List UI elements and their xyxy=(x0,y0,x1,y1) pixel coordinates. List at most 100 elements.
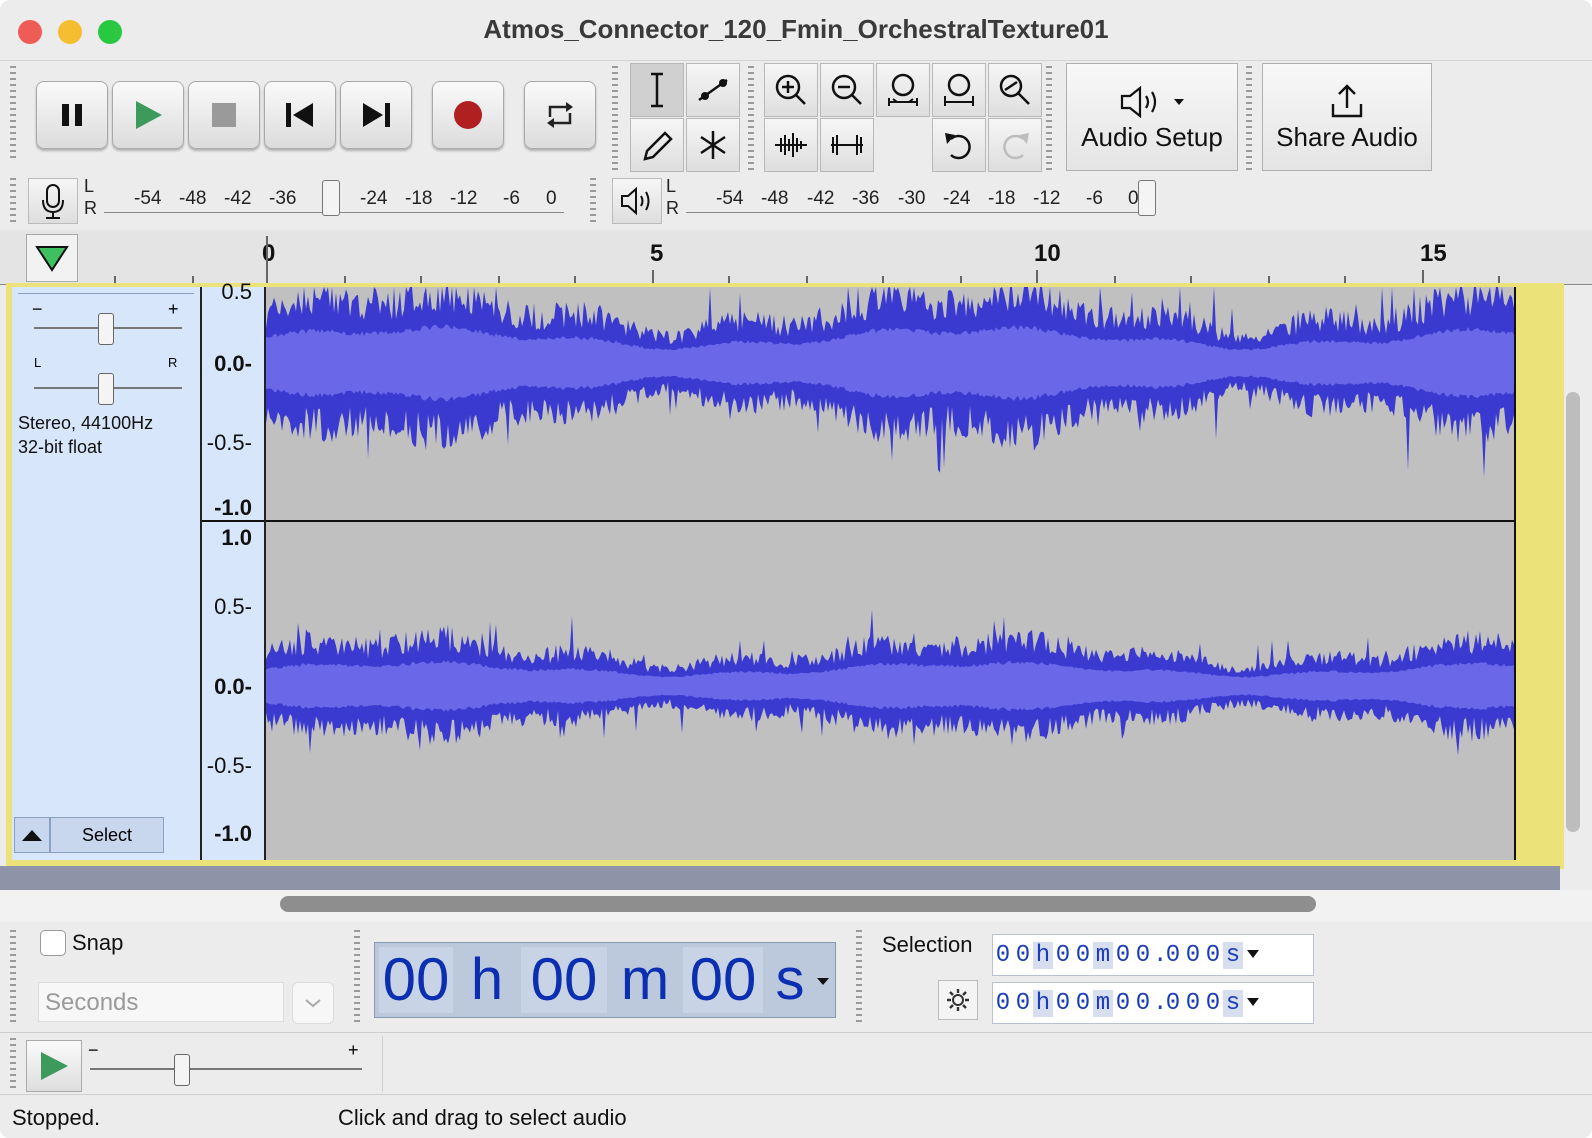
audio-setup-button[interactable]: Audio Setup xyxy=(1066,63,1238,171)
time-minutes-unit: m xyxy=(611,947,679,1013)
gain-minus-label: − xyxy=(32,299,43,319)
fit-selection-button[interactable] xyxy=(876,63,930,117)
fit-project-button[interactable] xyxy=(932,63,986,117)
selection-start-field[interactable]: 00h00m00.000s xyxy=(992,934,1314,976)
multi-tool-button[interactable] xyxy=(686,118,740,172)
vertical-scrollbar-thumb[interactable] xyxy=(1566,392,1580,832)
status-state: Stopped. xyxy=(12,1105,101,1130)
record-meter-grabber[interactable] xyxy=(10,178,16,222)
skip-end-icon xyxy=(363,103,390,127)
record-tick: -54 xyxy=(134,188,162,209)
pan-right-label: R xyxy=(168,355,178,370)
envelope-tool-button[interactable] xyxy=(686,63,740,117)
play-meter-left-label: L xyxy=(666,176,677,196)
trim-audio-button[interactable] xyxy=(764,118,818,172)
snap-label: Snap xyxy=(72,930,124,955)
pause-button[interactable] xyxy=(36,81,108,149)
fit-project-icon xyxy=(944,73,974,106)
speed-plus-label: + xyxy=(348,1040,359,1060)
play-at-speed-grabber[interactable] xyxy=(10,1038,16,1088)
ruler-tick xyxy=(266,236,268,284)
time-toolbar-grabber[interactable] xyxy=(354,930,360,1024)
record-meter-button[interactable] xyxy=(28,178,78,224)
share-audio-grabber[interactable] xyxy=(1246,66,1252,170)
transport-toolbar-grabber[interactable] xyxy=(10,66,16,162)
timeline-options-button[interactable] xyxy=(26,234,78,282)
tools-toolbar-grabber[interactable] xyxy=(612,66,618,170)
silence-icon xyxy=(831,135,863,155)
time-display[interactable]: 00 h 00 m 00 s xyxy=(374,942,836,1018)
record-tick: 0 xyxy=(546,188,557,209)
play-meter[interactable]: L R -54 -48 -42 -36 -30 -24 -18 -12 -6 0 xyxy=(664,176,1164,222)
vertical-scale[interactable]: 0.5 0.0- -0.5- -1.0 1.0 0.5- 0.0- -0.5- … xyxy=(202,279,266,860)
track-control-panel[interactable]: − + L R Stereo, 44100Hz 32-bit float Sel… xyxy=(12,287,202,860)
snap-toolbar-grabber[interactable] xyxy=(10,930,16,1024)
skip-to-end-button[interactable] xyxy=(340,81,412,149)
track-name-bar[interactable] xyxy=(18,287,194,294)
audio-setup-grabber[interactable] xyxy=(1046,66,1052,170)
selection-options-button[interactable] xyxy=(938,980,978,1020)
play-level-slider-thumb[interactable] xyxy=(1138,180,1156,216)
speed-slider-thumb[interactable] xyxy=(174,1054,190,1086)
snap-checkbox[interactable] xyxy=(40,930,66,956)
status-bar: Stopped. Click and drag to select audio xyxy=(0,1094,1592,1138)
redo-button[interactable] xyxy=(988,118,1042,172)
zoom-out-button[interactable] xyxy=(820,63,874,117)
pencil-icon xyxy=(643,131,673,161)
caret-down-icon xyxy=(817,978,829,985)
selection-end-format-dropdown[interactable] xyxy=(1247,994,1259,1012)
selection-tool-button[interactable] xyxy=(630,63,684,117)
draw-tool-button[interactable] xyxy=(630,118,684,172)
zoom-toggle-button[interactable] xyxy=(988,63,1042,117)
record-level-slider-thumb[interactable] xyxy=(322,180,340,216)
zoom-in-button[interactable] xyxy=(764,63,818,117)
play-meter-button[interactable] xyxy=(612,178,662,224)
time-format-dropdown[interactable] xyxy=(815,963,831,999)
horizontal-scrollbar-thumb[interactable] xyxy=(280,896,1316,912)
selection-start-char: 0 xyxy=(1115,941,1131,969)
play-at-speed-button[interactable] xyxy=(26,1040,82,1092)
snap-unit-select[interactable]: Seconds xyxy=(38,982,284,1022)
selection-start-format-dropdown[interactable] xyxy=(1247,946,1259,964)
chevron-down-icon xyxy=(305,999,321,1008)
timeline-ruler[interactable]: 0 5 10 15 xyxy=(82,230,1592,285)
track-format-rate: Stereo, 44100Hz xyxy=(18,413,154,433)
waveform-area[interactable] xyxy=(266,287,1516,860)
play-button[interactable] xyxy=(112,81,184,149)
ruler-left-pad xyxy=(0,230,82,285)
triangle-up-icon xyxy=(22,830,42,841)
loop-button[interactable] xyxy=(524,81,596,149)
horizontal-scrollbar[interactable] xyxy=(0,890,1592,922)
silence-audio-button[interactable] xyxy=(820,118,874,172)
zoom-in-icon xyxy=(775,74,806,105)
selection-end-char: m xyxy=(1093,989,1113,1017)
record-meter[interactable]: L R -54 -48 -42 -36 -24 -18 -12 -6 0 xyxy=(82,176,570,222)
undo-button[interactable] xyxy=(932,118,986,172)
selection-end-field[interactable]: 00h00m00.000s xyxy=(992,982,1314,1024)
selection-toolbar-grabber[interactable] xyxy=(856,930,862,1024)
record-tick: -36 xyxy=(269,188,297,209)
trim-icon xyxy=(775,133,807,157)
pan-slider-thumb[interactable] xyxy=(98,373,114,405)
selection-start-char: 0 xyxy=(1205,941,1221,969)
time-minutes: 00 xyxy=(521,947,607,1013)
scale-label: -1.0 xyxy=(214,821,252,846)
collapse-track-button[interactable] xyxy=(14,817,50,853)
skip-to-start-button[interactable] xyxy=(264,81,336,149)
record-button[interactable] xyxy=(432,81,504,149)
selection-start-char: m xyxy=(1093,941,1113,969)
track-select-button[interactable]: Select xyxy=(50,817,164,853)
speed-slider-track xyxy=(90,1068,362,1070)
stop-button[interactable] xyxy=(188,81,260,149)
snap-unit-dropdown-button[interactable] xyxy=(292,982,334,1024)
scale-label: 1.0 xyxy=(221,525,252,550)
selection-end-char: s xyxy=(1223,989,1243,1017)
play-meter-grabber[interactable] xyxy=(590,178,596,222)
selection-end-char: 0 xyxy=(1115,989,1131,1017)
status-hint: Click and drag to select audio xyxy=(338,1105,627,1130)
microphone-icon xyxy=(42,184,64,219)
edit-toolbar-grabber[interactable] xyxy=(748,66,754,170)
play-tick: -24 xyxy=(943,188,971,209)
gain-slider-thumb[interactable] xyxy=(98,313,114,345)
share-audio-button[interactable]: Share Audio xyxy=(1262,63,1432,171)
